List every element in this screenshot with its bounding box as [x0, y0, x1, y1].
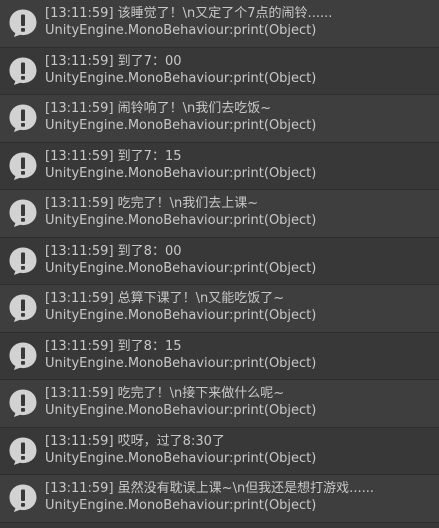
log-message-line: [13:11:59] 吃完了！\n接下来做什么呢~ [45, 385, 435, 402]
info-speech-bubble-icon [8, 103, 38, 133]
log-message: 该睡觉了！\n又定了个7点的闹铃...... [117, 6, 333, 21]
log-message-line: [13:11:59] 闹铃响了！\n我们去吃饭~ [45, 100, 435, 117]
info-speech-bubble-icon [8, 388, 38, 418]
log-source: UnityEngine.MonoBehaviour:print(Object) [45, 355, 317, 371]
info-speech-bubble-icon [8, 56, 38, 86]
info-speech-bubble-icon [8, 8, 38, 38]
log-source: UnityEngine.MonoBehaviour:print(Object) [45, 450, 317, 466]
log-source: UnityEngine.MonoBehaviour:print(Object) [45, 308, 317, 323]
log-entry[interactable]: [13:11:59] 到了7：15 UnityEngine.MonoBehavi… [0, 142, 439, 190]
log-message: 到了7：15 [117, 148, 182, 164]
log-message: 总算下课了！\n又能吃饭了~ [117, 291, 285, 306]
log-entry[interactable]: [13:11:59] 虽然没有耽误上课~\n但我还是想打游戏...... Uni… [0, 475, 439, 523]
log-source: UnityEngine.MonoBehaviour:print(Object) [45, 165, 317, 181]
log-timestamp: [13:11:59] [45, 196, 114, 211]
log-entry[interactable]: [13:11:59] 吃完了！\n我们去上课~ UnityEngine.Mono… [0, 190, 439, 238]
log-message: 吃完了！\n接下来做什么呢~ [117, 386, 285, 401]
log-message: 虽然没有耽误上课~\n但我还是想打游戏...... [117, 481, 374, 496]
info-speech-bubble-icon [8, 293, 38, 323]
log-source: UnityEngine.MonoBehaviour:print(Object) [45, 118, 317, 133]
log-message-line: [13:11:59] 到了7：00 [45, 53, 435, 70]
log-message-line: [13:11:59] 吃完了！\n我们去上课~ [45, 195, 435, 212]
log-message: 到了8：15 [117, 338, 182, 354]
log-source: UnityEngine.MonoBehaviour:print(Object) [45, 213, 317, 228]
log-source: UnityEngine.MonoBehaviour:print(Object) [45, 23, 317, 38]
info-speech-bubble-icon [8, 151, 38, 181]
log-entry[interactable]: [13:11:59] 该睡觉了！\n又定了个7点的闹铃...... UnityE… [0, 0, 439, 48]
log-timestamp: [13:11:59] [45, 101, 114, 116]
log-entry[interactable]: [13:11:59] 总算下课了！\n又能吃饭了~ UnityEngine.Mo… [0, 285, 439, 333]
log-message-line: [13:11:59] 到了7：15 [45, 148, 435, 165]
log-message: 到了7：00 [117, 53, 182, 69]
log-message: 到了8：00 [117, 243, 182, 259]
log-message-line: [13:11:59] 哎呀，过了8:30了 [45, 433, 435, 450]
log-timestamp: [13:11:59] [45, 386, 114, 401]
log-timestamp: [13:11:59] [45, 291, 114, 306]
log-message-line: [13:11:59] 总算下课了！\n又能吃饭了~ [45, 290, 435, 307]
log-entry[interactable]: [13:11:59] 到了7：00 UnityEngine.MonoBehavi… [0, 47, 439, 95]
log-entry[interactable]: [13:11:59] 闹铃响了！\n我们去吃饭~ UnityEngine.Mon… [0, 95, 439, 143]
log-timestamp: [13:11:59] [45, 433, 114, 449]
log-entry[interactable]: [13:11:59] 到了8：00 UnityEngine.MonoBehavi… [0, 237, 439, 285]
log-message: 吃完了！\n我们去上课~ [117, 196, 259, 211]
log-entry[interactable]: [13:11:59] 到了8：15 UnityEngine.MonoBehavi… [0, 332, 439, 380]
info-speech-bubble-icon [8, 483, 38, 513]
log-message-line: [13:11:59] 虽然没有耽误上课~\n但我还是想打游戏...... [45, 480, 435, 497]
info-speech-bubble-icon [8, 198, 38, 228]
log-message: 闹铃响了！\n我们去吃饭~ [117, 101, 272, 116]
log-source: UnityEngine.MonoBehaviour:print(Object) [45, 70, 317, 86]
info-speech-bubble-icon [8, 436, 38, 466]
log-message-line: [13:11:59] 该睡觉了！\n又定了个7点的闹铃...... [45, 5, 435, 22]
log-timestamp: [13:11:59] [45, 148, 114, 164]
log-source: UnityEngine.MonoBehaviour:print(Object) [45, 498, 317, 513]
log-message-line: [13:11:59] 到了8：00 [45, 243, 435, 260]
log-message-line: [13:11:59] 到了8：15 [45, 338, 435, 355]
log-entry[interactable]: [13:11:59] 哎呀，过了8:30了 UnityEngine.MonoBe… [0, 427, 439, 475]
console-log-list: [13:11:59] 该睡觉了！\n又定了个7点的闹铃...... UnityE… [0, 0, 439, 528]
log-timestamp: [13:11:59] [45, 53, 114, 69]
log-entry[interactable]: [13:11:59] 吃完了！\n接下来做什么呢~ UnityEngine.Mo… [0, 380, 439, 428]
log-timestamp: [13:11:59] [45, 481, 114, 496]
log-timestamp: [13:11:59] [45, 243, 114, 259]
log-source: UnityEngine.MonoBehaviour:print(Object) [45, 260, 317, 276]
log-timestamp: [13:11:59] [45, 338, 114, 354]
log-source: UnityEngine.MonoBehaviour:print(Object) [45, 403, 317, 418]
log-message: 哎呀，过了8:30了 [117, 433, 225, 449]
info-speech-bubble-icon [8, 341, 38, 371]
log-timestamp: [13:11:59] [45, 6, 114, 21]
info-speech-bubble-icon [8, 246, 38, 276]
